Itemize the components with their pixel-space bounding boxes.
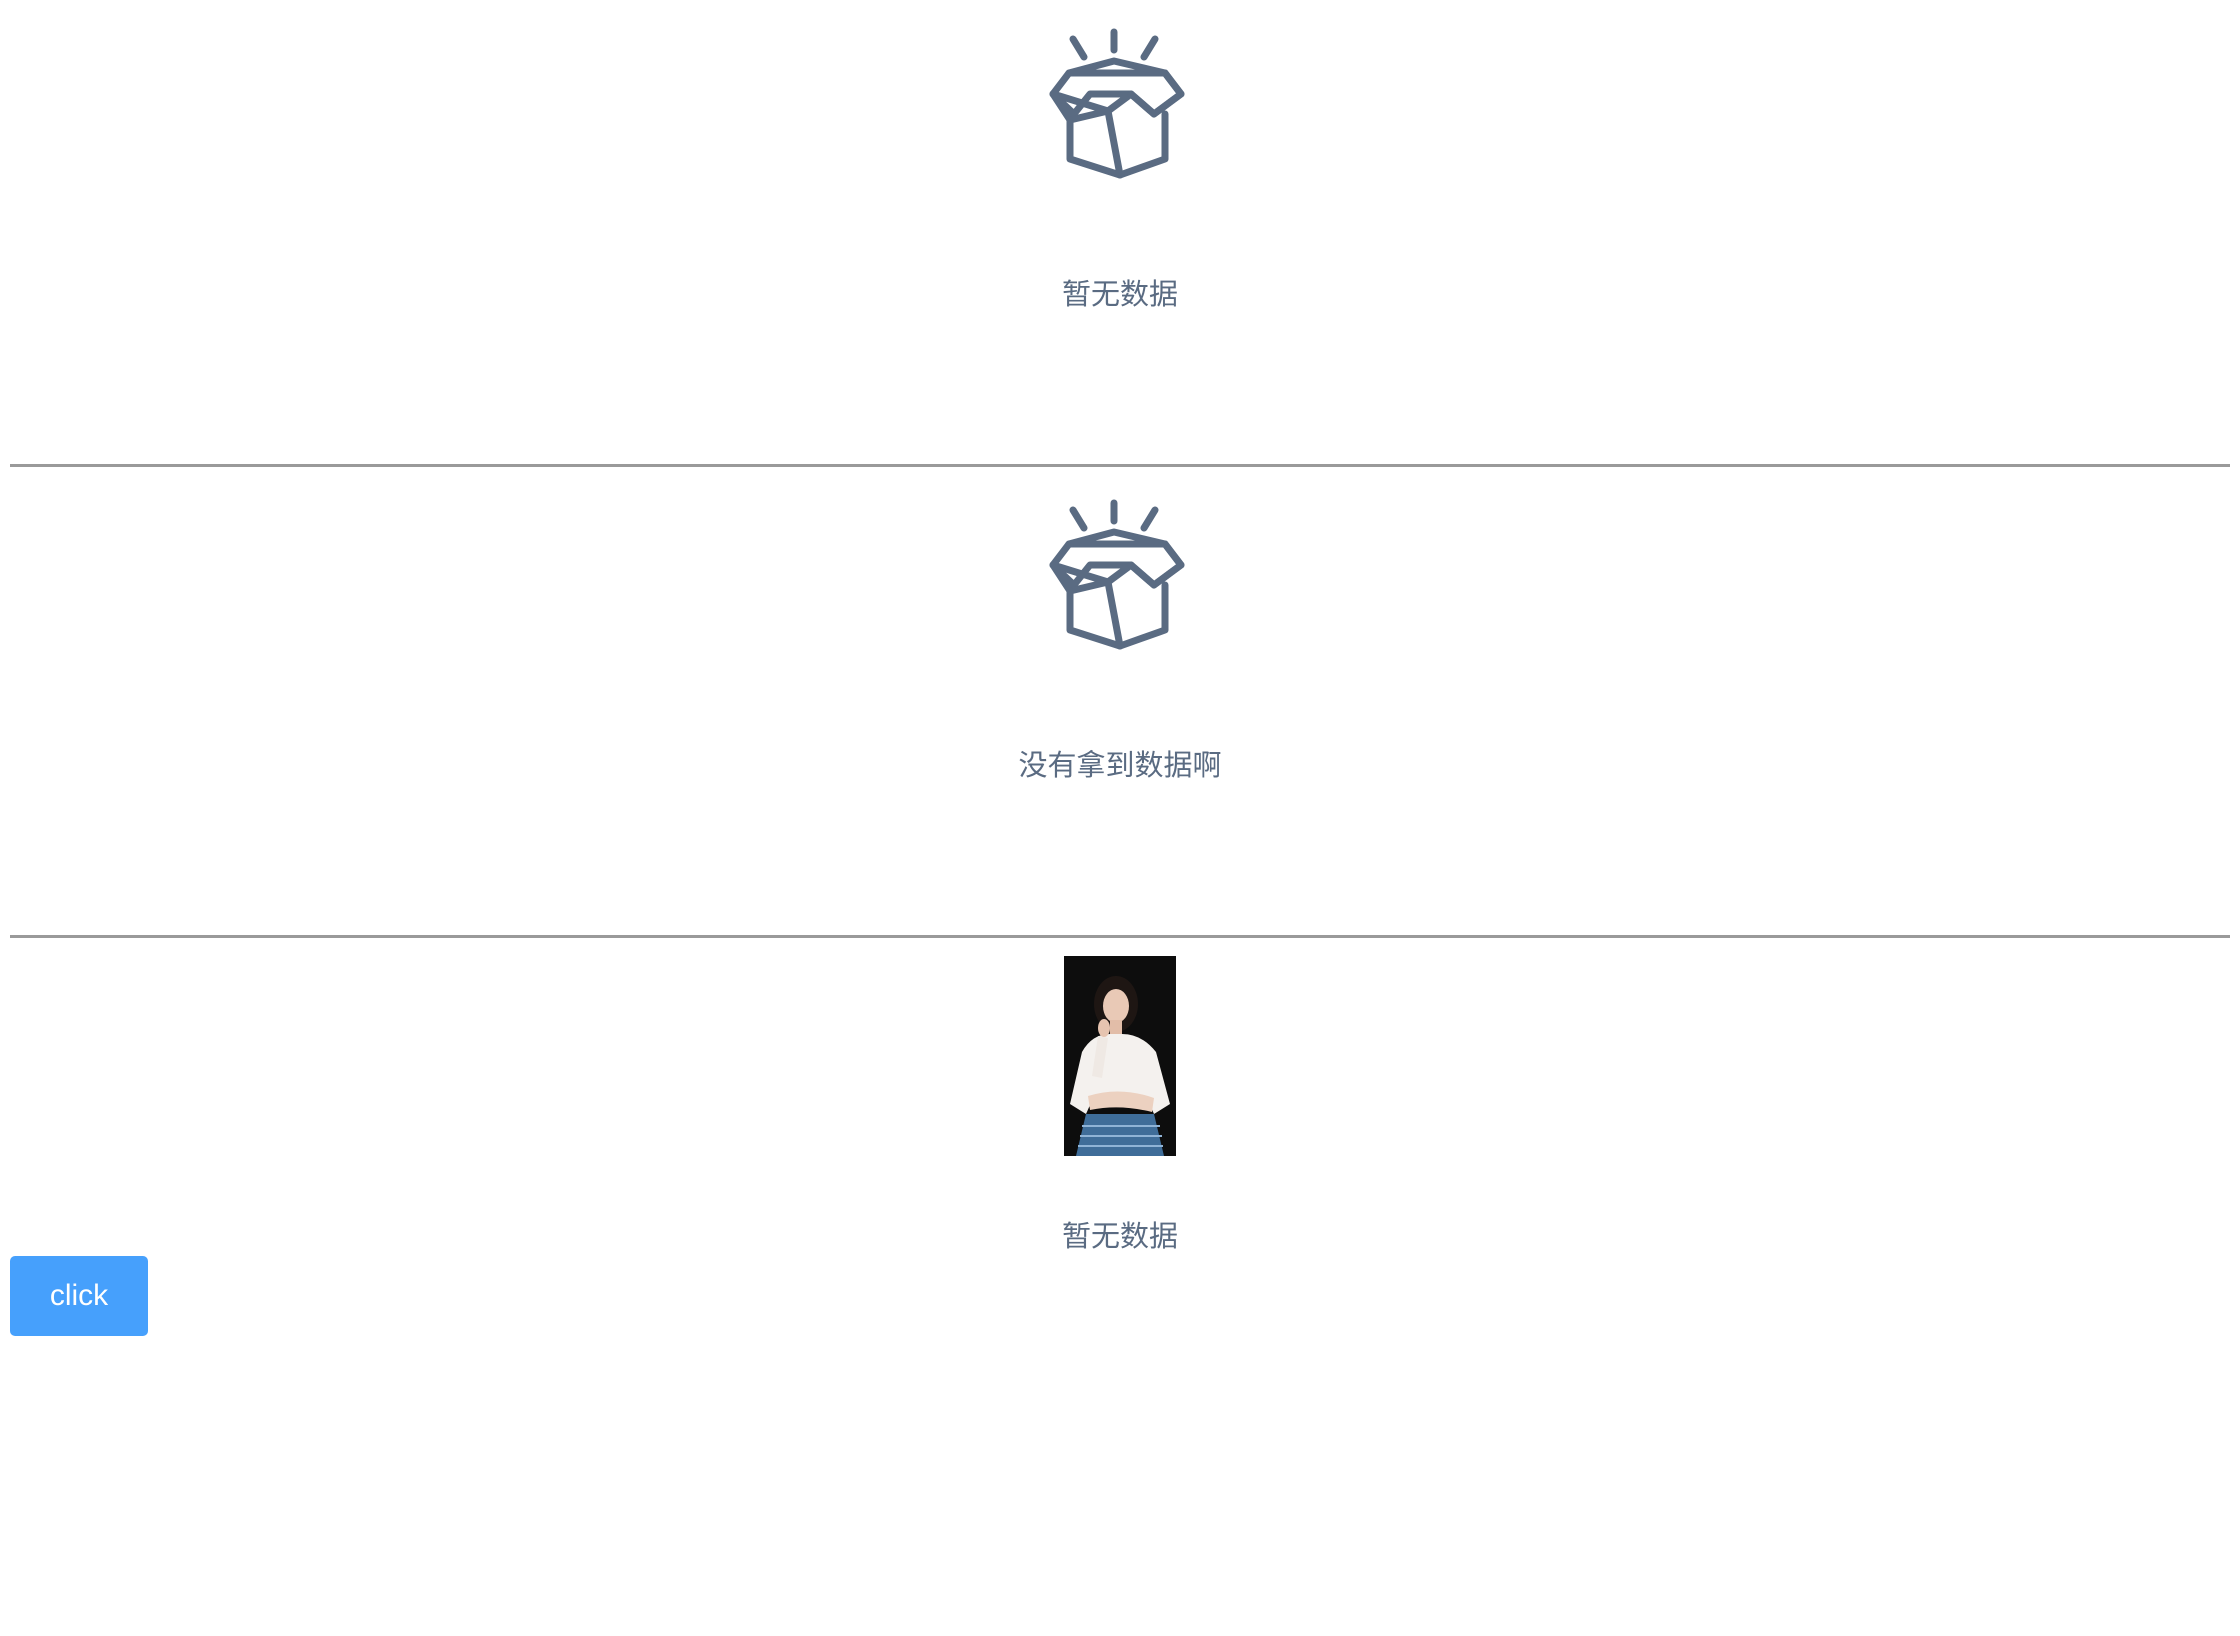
empty-state-text: 暂无数据 (1061, 1219, 1178, 1253)
empty-box-icon (1033, 496, 1206, 669)
empty-state-text: 暂无数据 (1061, 277, 1178, 311)
divider (10, 464, 2230, 467)
empty-state-text: 没有拿到数据啊 (1018, 748, 1222, 782)
portrait-photo (1064, 956, 1176, 1156)
divider (10, 935, 2230, 938)
click-button[interactable]: click (10, 1256, 148, 1336)
empty-box-icon (1033, 25, 1206, 198)
